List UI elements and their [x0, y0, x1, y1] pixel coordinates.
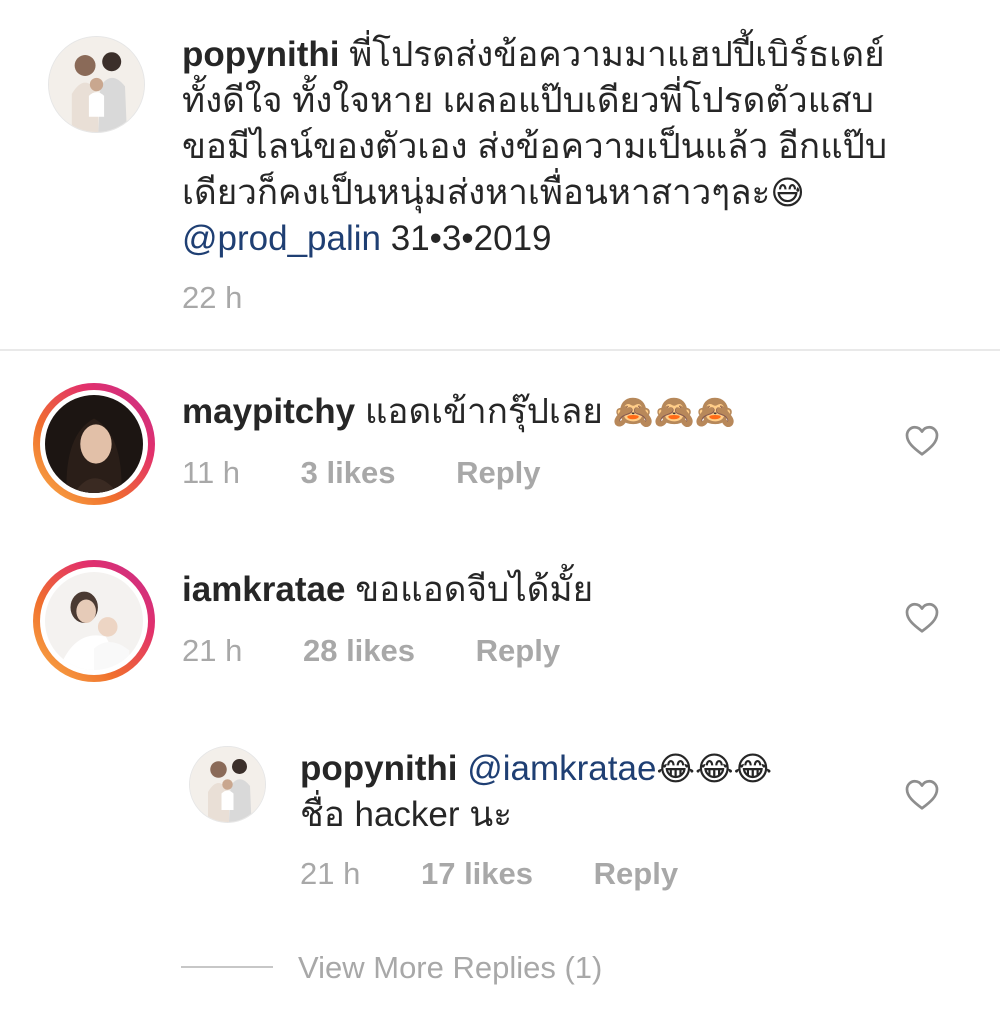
- comment-iamkratae: iamkratae ขอแอดจีบได้มั้ย: [182, 567, 882, 613]
- heart-outline-icon: [905, 425, 939, 456]
- mention-link[interactable]: @prod_palin: [182, 219, 381, 258]
- comment-time: 11 h: [182, 455, 241, 490]
- reply-button[interactable]: Reply: [456, 455, 540, 490]
- divider: [0, 349, 1000, 351]
- like-button[interactable]: [904, 777, 940, 811]
- sweat-smile-emoji: 😅: [770, 174, 805, 211]
- comment-body: แอดเข้ากรุ๊ปเลย: [364, 392, 603, 431]
- comment-username[interactable]: popynithi: [182, 35, 339, 74]
- comment-caption: popynithi พี่โปรดส่งข้อความมาแฮปปี้เบิร์…: [182, 32, 902, 262]
- comment-username[interactable]: popynithi: [300, 749, 457, 788]
- like-button[interactable]: [904, 600, 940, 634]
- view-more-divider: [181, 966, 273, 968]
- likes-count[interactable]: 28 likes: [303, 633, 415, 668]
- comment-meta: 21 h 17 likes Reply: [300, 856, 678, 892]
- comment-username[interactable]: maypitchy: [182, 392, 355, 431]
- comment-maypitchy: maypitchy แอดเข้ากรุ๊ปเลย 🙈🙈🙈: [182, 389, 882, 435]
- comment-time: 21 h: [182, 633, 243, 668]
- tears-of-joy-emoji: 😂😂😂: [656, 750, 773, 787]
- comment-meta: 21 h 28 likes Reply: [182, 633, 560, 669]
- see-no-evil-monkey-emoji: 🙈🙈🙈: [612, 393, 736, 430]
- mother-baby-photo-icon: [45, 572, 143, 670]
- family-photo-icon: [49, 37, 144, 132]
- reply-popynithi: popynithi @iamkratae😂😂😂 ชื่อ hacker นะ: [300, 746, 860, 838]
- comment-date: 31•3•2019: [390, 219, 552, 258]
- likes-count[interactable]: 3 likes: [301, 455, 396, 490]
- reply-button[interactable]: Reply: [594, 856, 678, 891]
- comment-body: ขอแอดจีบได้มั้ย: [355, 570, 594, 609]
- avatar-popynithi[interactable]: [48, 36, 145, 133]
- comment-username[interactable]: iamkratae: [182, 570, 345, 609]
- heart-outline-icon: [905, 779, 939, 810]
- comment-time: 22 h: [182, 280, 243, 315]
- heart-outline-icon: [905, 602, 939, 633]
- avatar-iamkratae[interactable]: [33, 560, 155, 682]
- comment-body: ชื่อ hacker นะ: [300, 795, 512, 834]
- likes-count[interactable]: 17 likes: [421, 856, 533, 891]
- mention-link[interactable]: @iamkratae: [467, 749, 656, 788]
- comment-time: 21 h: [300, 856, 361, 891]
- avatar-maypitchy[interactable]: [33, 383, 155, 505]
- view-more-replies-button[interactable]: View More Replies (1): [298, 950, 602, 986]
- reply-button[interactable]: Reply: [476, 633, 560, 668]
- comment-meta: 11 h 3 likes Reply: [182, 455, 541, 491]
- portrait-photo-icon: [45, 395, 143, 493]
- family-photo-icon: [190, 747, 265, 822]
- comments-screen: popynithi พี่โปรดส่งข้อความมาแฮปปี้เบิร์…: [0, 0, 1000, 1014]
- like-button[interactable]: [904, 423, 940, 457]
- avatar-popynithi-reply[interactable]: [189, 746, 266, 823]
